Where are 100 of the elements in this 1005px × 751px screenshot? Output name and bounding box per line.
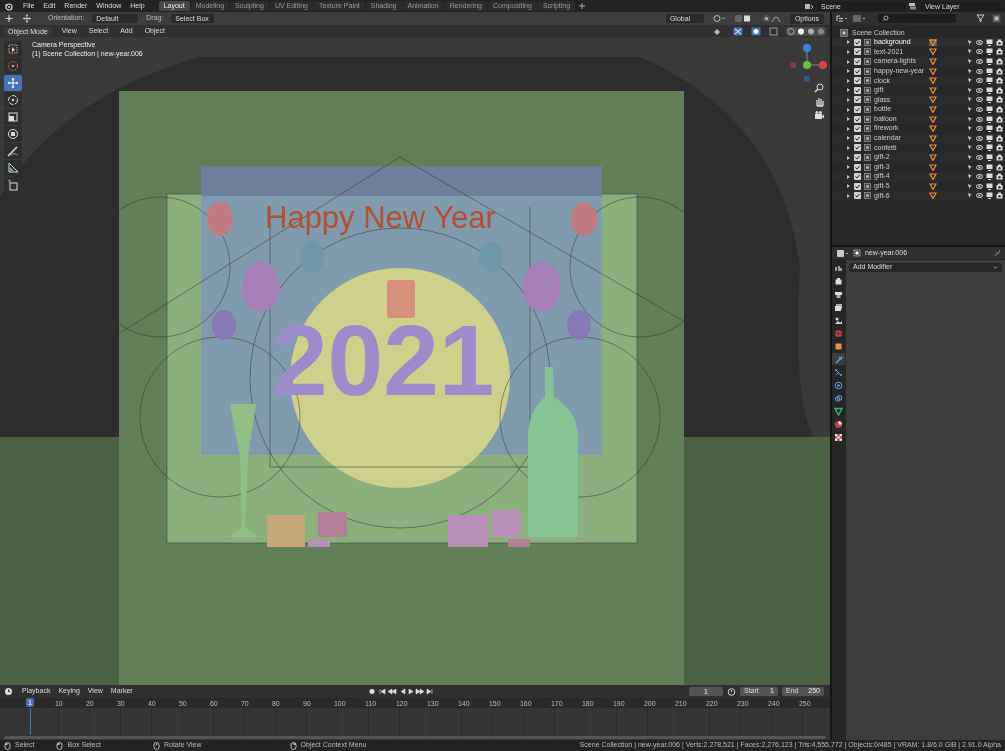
- camera-icon[interactable]: [996, 106, 1003, 114]
- gizmo-icon[interactable]: [733, 26, 743, 36]
- checkbox-checked-icon[interactable]: [854, 48, 861, 56]
- pivot-icon[interactable]: [711, 14, 726, 23]
- properties-tab[interactable]: [832, 366, 845, 378]
- tool-button[interactable]: [4, 160, 22, 176]
- monitor-icon[interactable]: [986, 58, 993, 66]
- eye-icon[interactable]: [976, 38, 983, 46]
- eye-icon[interactable]: [976, 154, 983, 161]
- properties-tab[interactable]: [832, 301, 845, 313]
- camera-icon[interactable]: [814, 110, 825, 121]
- camera-icon[interactable]: [996, 163, 1003, 171]
- hand-icon[interactable]: [814, 96, 825, 107]
- checkbox-checked-icon[interactable]: [854, 77, 861, 85]
- zoom-icon[interactable]: [814, 82, 825, 93]
- eye-icon[interactable]: [976, 134, 983, 142]
- eye-icon[interactable]: [976, 106, 983, 114]
- eye-icon[interactable]: [976, 144, 983, 152]
- new-collection-icon[interactable]: [992, 14, 1001, 23]
- checkbox-checked-icon[interactable]: [854, 192, 861, 200]
- search-field[interactable]: [878, 14, 956, 23]
- blender-logo-icon[interactable]: [4, 1, 13, 11]
- scene-icon[interactable]: [804, 2, 814, 10]
- eye-icon[interactable]: [976, 173, 983, 181]
- camera-icon[interactable]: [996, 86, 1003, 94]
- checkbox-checked-icon[interactable]: [854, 96, 861, 104]
- monitor-icon[interactable]: [986, 154, 993, 161]
- xray-icon[interactable]: [769, 26, 778, 36]
- properties-tab[interactable]: [832, 379, 845, 391]
- monitor-icon[interactable]: [986, 38, 993, 46]
- checkbox-checked-icon[interactable]: [854, 58, 861, 66]
- monitor-icon[interactable]: [986, 48, 993, 56]
- checkbox-checked-icon[interactable]: [854, 144, 861, 152]
- camera-icon[interactable]: [996, 115, 1003, 123]
- camera-icon[interactable]: [996, 125, 1003, 133]
- tool-button[interactable]: [4, 92, 22, 108]
- eye-icon[interactable]: [976, 182, 983, 190]
- properties-tab[interactable]: [832, 431, 845, 443]
- camera-icon[interactable]: [996, 192, 1003, 200]
- tool-button[interactable]: [4, 126, 22, 142]
- checkbox-checked-icon[interactable]: [854, 163, 861, 171]
- monitor-icon[interactable]: [986, 67, 993, 75]
- checkbox-checked-icon[interactable]: [854, 86, 861, 94]
- pin-icon[interactable]: [993, 249, 1001, 257]
- camera-icon[interactable]: [996, 67, 1003, 75]
- monitor-icon[interactable]: [986, 125, 993, 133]
- monitor-icon[interactable]: [986, 182, 993, 190]
- stopwatch-icon[interactable]: [727, 687, 736, 696]
- monitor-icon[interactable]: [986, 106, 993, 114]
- camera-icon[interactable]: [996, 48, 1003, 56]
- properties-tab[interactable]: [832, 405, 845, 417]
- overlay-icon[interactable]: [751, 26, 761, 36]
- filter-icon[interactable]: [976, 14, 988, 23]
- properties-tab[interactable]: [832, 418, 845, 430]
- proportional-edit-icon[interactable]: [761, 14, 782, 23]
- camera-icon[interactable]: [996, 134, 1003, 142]
- checkbox-checked-icon[interactable]: [854, 106, 861, 114]
- add-icon[interactable]: [578, 2, 587, 10]
- tool-button[interactable]: [4, 75, 22, 91]
- editor-type-icon[interactable]: [836, 248, 849, 258]
- checkbox-checked-icon[interactable]: [854, 125, 861, 133]
- checkbox-checked-icon[interactable]: [854, 173, 861, 181]
- monitor-icon[interactable]: [986, 77, 993, 85]
- eye-icon[interactable]: [976, 115, 983, 123]
- monitor-icon[interactable]: [986, 163, 993, 171]
- camera-icon[interactable]: [996, 96, 1003, 104]
- monitor-icon[interactable]: [986, 144, 993, 152]
- camera-icon[interactable]: [996, 77, 1003, 85]
- checkbox-checked-icon[interactable]: [854, 38, 861, 46]
- transform-icon[interactable]: [4, 14, 14, 23]
- layers-icon[interactable]: [908, 2, 918, 10]
- camera-icon[interactable]: [996, 38, 1003, 46]
- monitor-icon[interactable]: [986, 86, 993, 94]
- eye-icon[interactable]: [976, 67, 983, 75]
- checkbox-checked-icon[interactable]: [854, 67, 861, 75]
- checkbox-checked-icon[interactable]: [854, 134, 861, 142]
- eye-icon[interactable]: [976, 86, 983, 94]
- move-icon[interactable]: [22, 14, 32, 23]
- camera-icon[interactable]: [996, 173, 1003, 181]
- tool-button[interactable]: [4, 109, 22, 125]
- checkbox-checked-icon[interactable]: [854, 154, 861, 161]
- eye-icon[interactable]: [976, 163, 983, 171]
- eye-icon[interactable]: [976, 125, 983, 133]
- monitor-icon[interactable]: [986, 192, 993, 200]
- monitor-icon[interactable]: [986, 115, 993, 123]
- checkbox-checked-icon[interactable]: [854, 182, 861, 190]
- camera-icon[interactable]: [996, 182, 1003, 190]
- camera-icon[interactable]: [996, 144, 1003, 152]
- shading-modes-icon[interactable]: [786, 26, 826, 36]
- eye-icon[interactable]: [976, 48, 983, 56]
- checkbox-checked-icon[interactable]: [854, 115, 861, 123]
- monitor-icon[interactable]: [986, 96, 993, 104]
- camera-icon[interactable]: [996, 58, 1003, 66]
- tool-button[interactable]: [4, 143, 22, 159]
- eye-icon[interactable]: [976, 77, 983, 85]
- camera-icon[interactable]: [996, 154, 1003, 161]
- eye-icon[interactable]: [976, 192, 983, 200]
- monitor-icon[interactable]: [986, 134, 993, 142]
- monitor-icon[interactable]: [986, 173, 993, 181]
- eye-icon[interactable]: [976, 58, 983, 66]
